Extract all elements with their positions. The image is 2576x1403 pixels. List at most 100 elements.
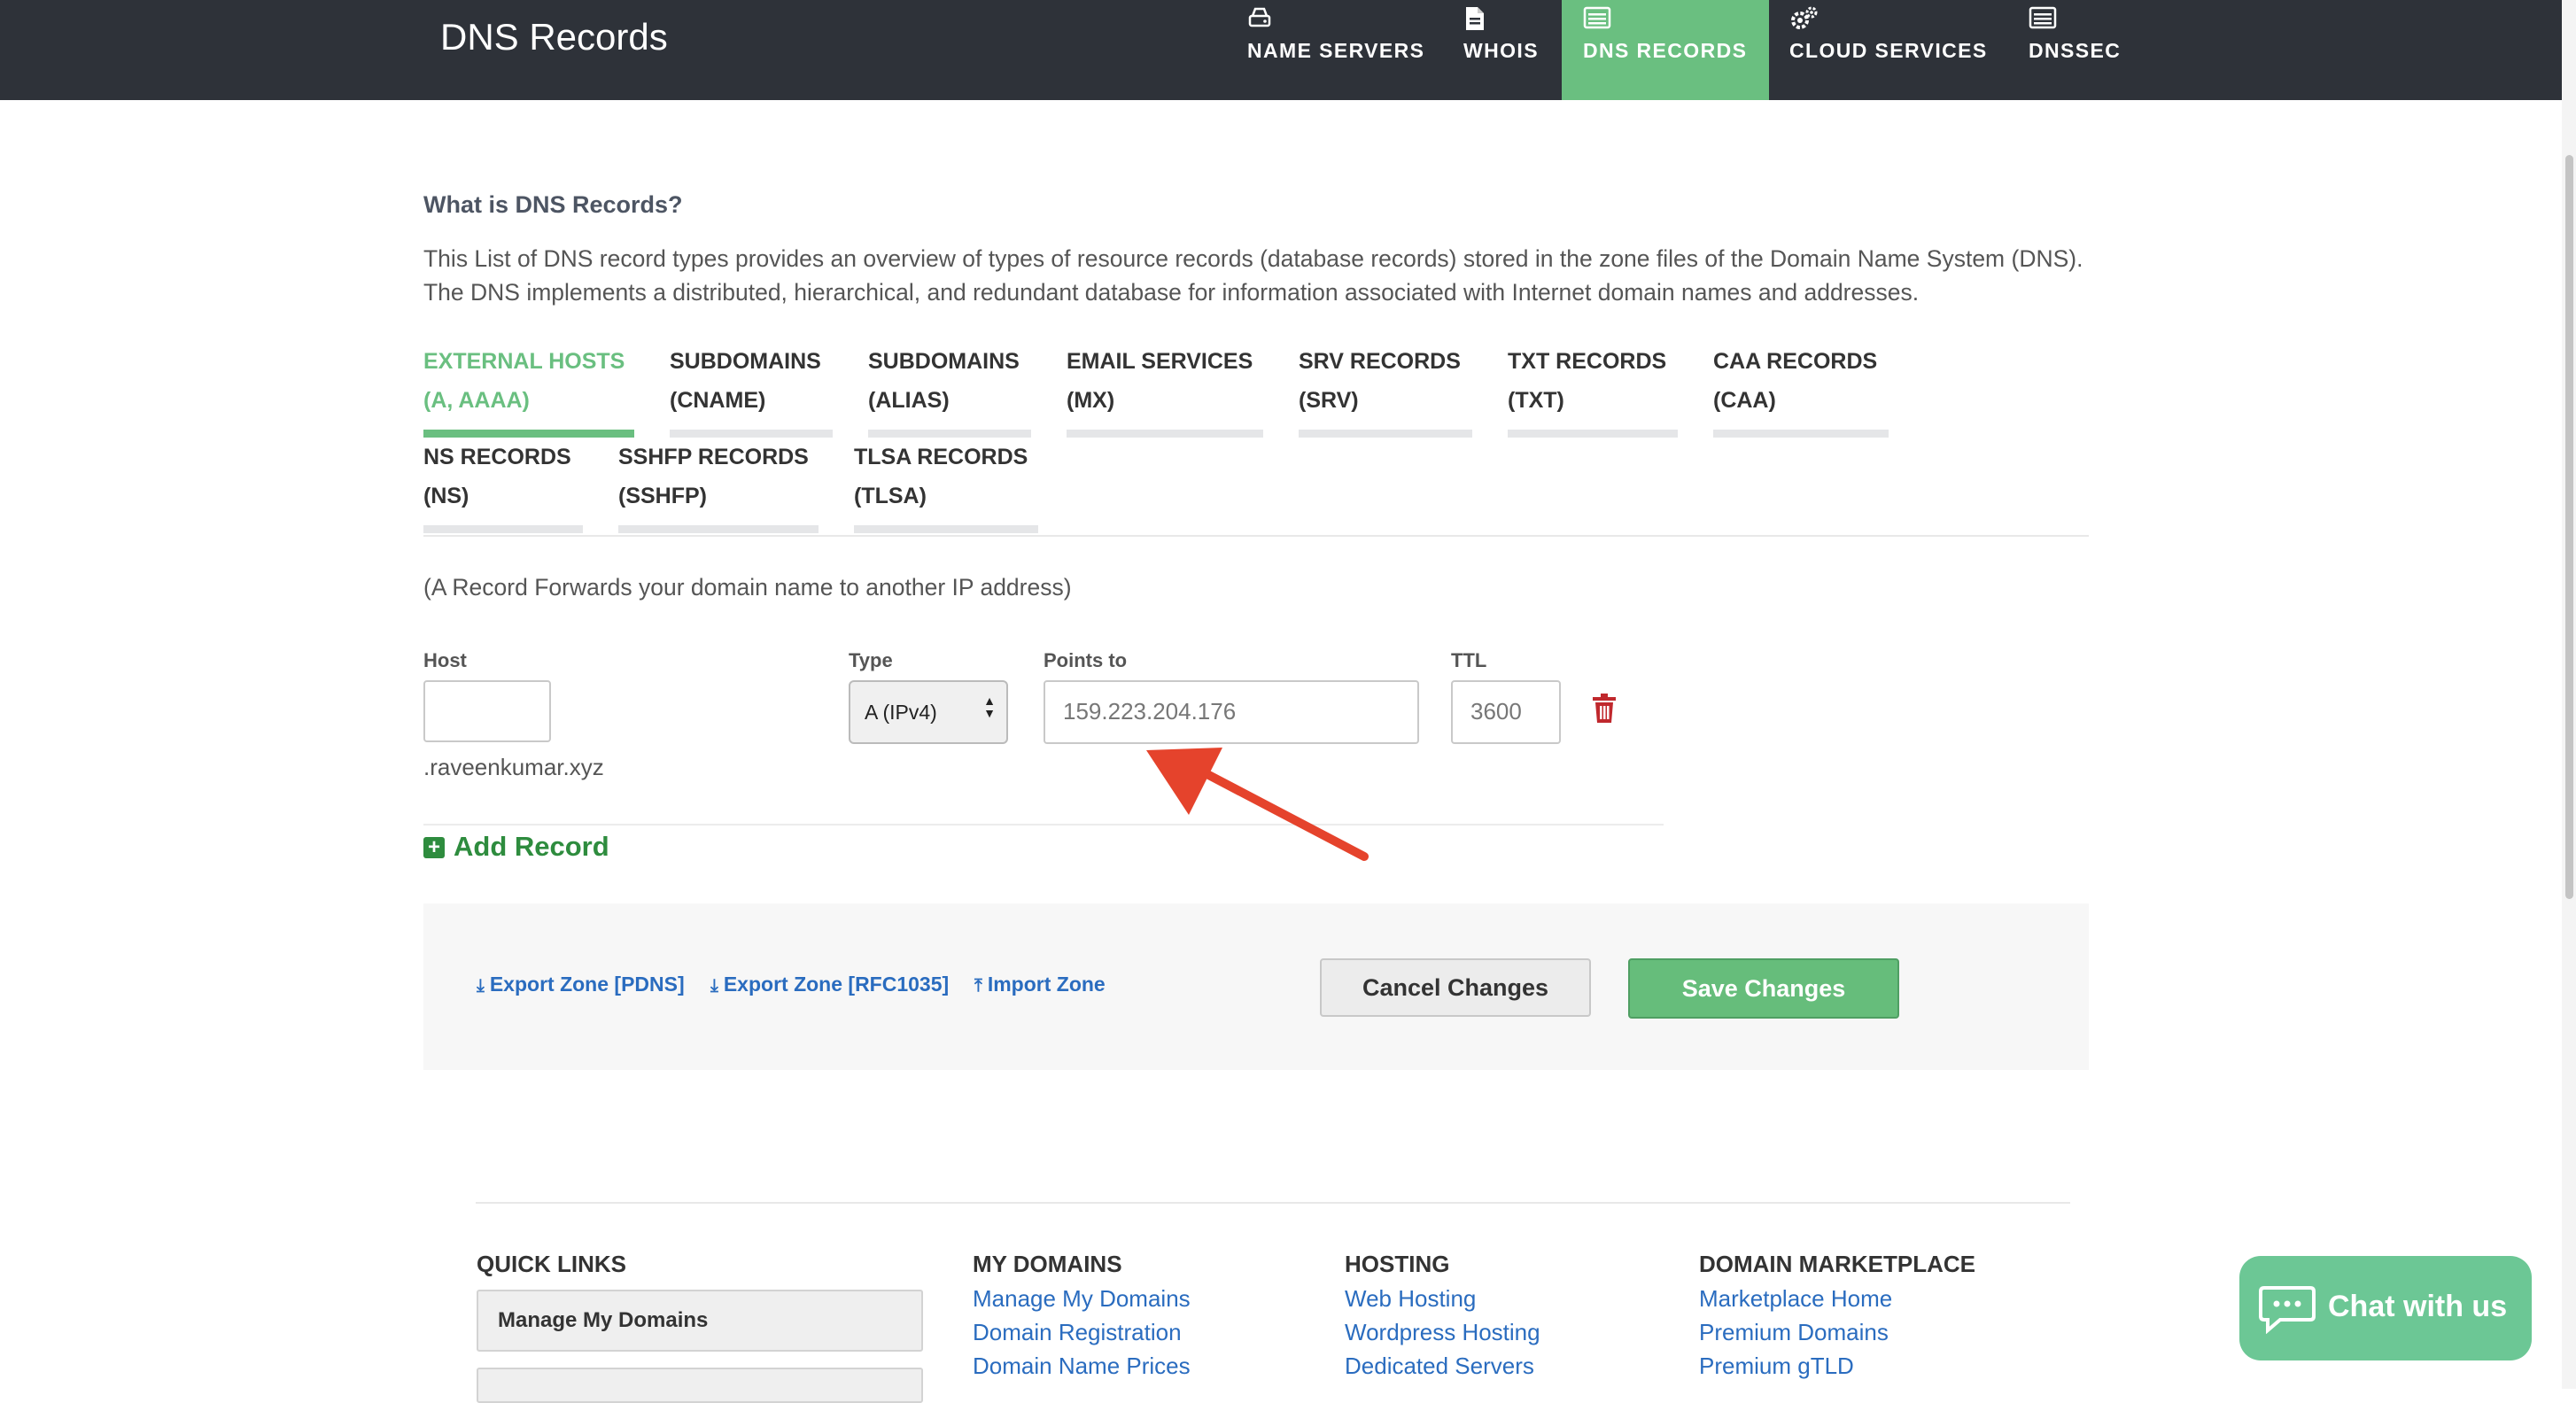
tab-label-line1: TLSA RECORDS	[854, 445, 1028, 469]
my-domains-title: MY DOMAINS	[973, 1251, 1122, 1277]
tab-label-line2: (TXT)	[1508, 388, 1564, 413]
nav-label: CLOUD SERVICES	[1789, 39, 1988, 62]
type-select[interactable]: A (IPv4) ▲ ▼	[849, 680, 1008, 744]
tab-underline	[423, 525, 583, 533]
footer-link[interactable]: Dedicated Servers	[1345, 1353, 1534, 1380]
document-icon	[1463, 5, 1486, 37]
upload-icon: ⤒	[974, 976, 982, 996]
tab-txt-records[interactable]: TXT RECORDS (TXT)	[1508, 342, 1678, 438]
link-label: Export Zone [PDNS]	[489, 973, 685, 996]
host-input[interactable]	[423, 680, 551, 742]
tab-srv-records[interactable]: SRV RECORDS (SRV)	[1299, 342, 1472, 438]
tab-ns-records[interactable]: NS RECORDS (NS)	[423, 438, 583, 533]
add-record-button[interactable]: + Add Record	[423, 831, 609, 863]
divider	[476, 1202, 2070, 1204]
tab-email-services[interactable]: EMAIL SERVICES (MX)	[1067, 342, 1263, 438]
tab-underline	[1508, 430, 1678, 438]
scrollbar-thumb[interactable]	[2565, 155, 2573, 899]
tab-underline	[1067, 430, 1263, 438]
host-label: Host	[423, 649, 467, 671]
download-icon: ⤓	[477, 976, 485, 996]
list-icon	[1583, 5, 1611, 35]
link-label: Import Zone	[987, 973, 1106, 996]
footer-link[interactable]: Premium Domains	[1699, 1319, 1889, 1346]
footer-link[interactable]: Web Hosting	[1345, 1285, 1476, 1313]
points-to-label: Points to	[1044, 649, 1128, 671]
hard-drive-icon	[1247, 5, 1272, 35]
quick-link-button[interactable]	[477, 1368, 923, 1403]
quick-links-title: QUICK LINKS	[477, 1251, 626, 1277]
select-arrows-icon: ▲ ▼	[983, 694, 996, 720]
tab-subdomains-cname[interactable]: SUBDOMAINS (CNAME)	[670, 342, 833, 438]
footer-link[interactable]: Wordpress Hosting	[1345, 1319, 1540, 1346]
link-label: Export Zone [RFC1035]	[723, 973, 950, 996]
add-record-label: Add Record	[454, 831, 609, 862]
nav-label: DNSSEC	[2029, 39, 2122, 62]
import-zone-link[interactable]: ⤒ Import Zone	[974, 973, 1106, 996]
tab-label-line1: EXTERNAL HOSTS	[423, 349, 625, 374]
tab-underline	[618, 525, 819, 533]
export-zone-pdns-link[interactable]: ⤓ Export Zone [PDNS]	[477, 973, 685, 996]
chat-label: Chat with us	[2328, 1290, 2508, 1323]
annotation-arrow	[1146, 748, 1369, 861]
tab-label-line2: (ALIAS)	[868, 388, 950, 413]
tab-label-line1: TXT RECORDS	[1508, 349, 1667, 374]
page-title: DNS Records	[440, 16, 668, 58]
tab-label-line2: (SRV)	[1299, 388, 1359, 413]
nav-dns-records[interactable]: DNS RECORDS	[1562, 0, 1769, 100]
tab-label-line1: CAA RECORDS	[1713, 349, 1878, 374]
tab-underline	[423, 430, 634, 438]
footer-link[interactable]: Manage My Domains	[973, 1285, 1191, 1313]
download-icon: ⤓	[710, 976, 718, 996]
tab-label-line1: SRV RECORDS	[1299, 349, 1461, 374]
nav-label: DNS RECORDS	[1583, 39, 1748, 62]
tab-label-line1: SUBDOMAINS	[670, 349, 821, 374]
nav-label: WHOIS	[1463, 39, 1539, 62]
footer-link[interactable]: Domain Name Prices	[973, 1353, 1191, 1380]
top-navigation-bar: DNS Records NAME SERVERS WHOIS DNS RECOR…	[0, 0, 2576, 100]
trash-icon[interactable]	[1591, 694, 1618, 728]
domain-marketplace-title: DOMAIN MARKETPLACE	[1699, 1251, 1975, 1277]
nav-dnssec[interactable]: DNSSEC	[2020, 0, 2135, 100]
hosting-title: HOSTING	[1345, 1251, 1450, 1277]
ttl-input[interactable]: 3600	[1451, 680, 1561, 744]
tab-caa-records[interactable]: CAA RECORDS (CAA)	[1713, 342, 1889, 438]
tab-label-line2: (A, AAAA)	[423, 388, 530, 413]
footer-link[interactable]: Marketplace Home	[1699, 1285, 1892, 1313]
tab-underline	[1299, 430, 1472, 438]
list-icon	[2029, 5, 2057, 35]
chat-with-us-button[interactable]: Chat with us	[2239, 1256, 2532, 1360]
nav-cloud-services[interactable]: CLOUD SERVICES	[1779, 0, 2000, 100]
cancel-changes-button[interactable]: Cancel Changes	[1320, 958, 1591, 1017]
record-type-hint: (A Record Forwards your domain name to a…	[423, 574, 1072, 601]
section-heading: What is DNS Records?	[423, 191, 683, 218]
tab-tlsa-records[interactable]: TLSA RECORDS (TLSA)	[854, 438, 1038, 533]
tab-subdomains-alias[interactable]: SUBDOMAINS (ALIAS)	[868, 342, 1031, 438]
type-label: Type	[849, 649, 893, 671]
tab-label-line2: (CAA)	[1713, 388, 1776, 413]
chat-bubble-icon	[2259, 1284, 2316, 1342]
host-domain-suffix: .raveenkumar.xyz	[423, 754, 604, 780]
tab-underline	[670, 430, 833, 438]
tab-label-line1: SSHFP RECORDS	[618, 445, 809, 469]
tab-sshfp-records[interactable]: SSHFP RECORDS (SSHFP)	[618, 438, 819, 533]
tab-label-line2: (TLSA)	[854, 484, 927, 508]
nav-label: NAME SERVERS	[1247, 39, 1425, 62]
tab-underline	[868, 430, 1031, 438]
footer-link[interactable]: Premium gTLD	[1699, 1353, 1854, 1380]
divider	[423, 535, 2089, 537]
tab-label-line1: SUBDOMAINS	[868, 349, 1020, 374]
export-zone-rfc1035-link[interactable]: ⤓ Export Zone [RFC1035]	[710, 973, 949, 996]
section-description: This List of DNS record types provides a…	[423, 245, 2083, 306]
tab-external-hosts[interactable]: EXTERNAL HOSTS (A, AAAA)	[423, 342, 634, 438]
footer-link[interactable]: Domain Registration	[973, 1319, 1182, 1346]
nav-whois[interactable]: WHOIS	[1455, 0, 1561, 100]
tab-label-line1: EMAIL SERVICES	[1067, 349, 1253, 374]
save-changes-button[interactable]: Save Changes	[1628, 958, 1899, 1019]
nav-name-servers[interactable]: NAME SERVERS	[1238, 0, 1435, 100]
tab-label-line2: (MX)	[1067, 388, 1115, 413]
tab-label-line2: (SSHFP)	[618, 484, 707, 508]
quick-link-manage-domains-button[interactable]: Manage My Domains	[477, 1290, 923, 1352]
tab-underline	[1713, 430, 1889, 438]
type-select-value: A (IPv4)	[865, 701, 937, 724]
